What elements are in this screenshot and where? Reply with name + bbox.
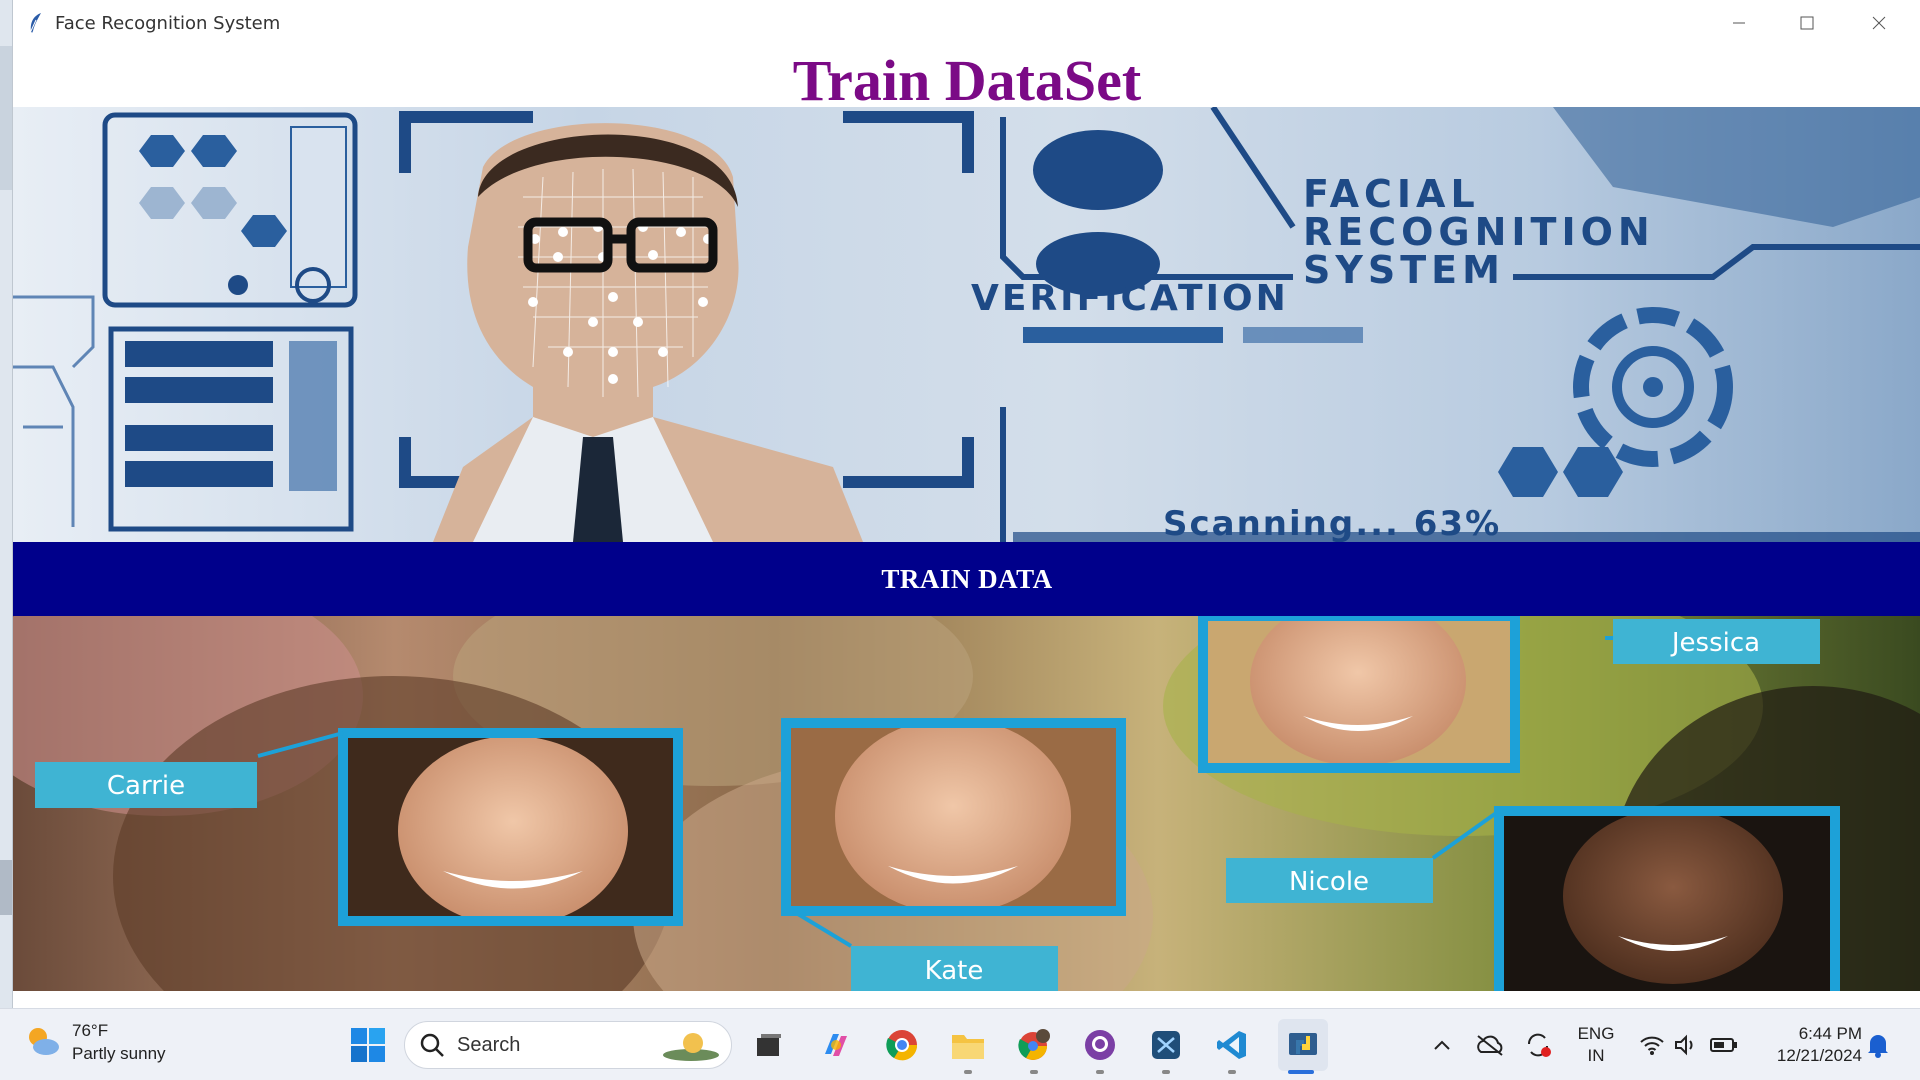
region-code: IN — [1587, 1046, 1605, 1065]
copilot-button[interactable] — [816, 1025, 856, 1065]
github-desktop-button[interactable] — [1080, 1025, 1120, 1065]
python-icon — [1289, 1033, 1317, 1055]
running-indicator — [1030, 1070, 1038, 1074]
minimize-button[interactable] — [1705, 0, 1773, 46]
system-clock[interactable]: 6:44 PM 12/21/2024 — [1752, 1023, 1862, 1067]
minimize-icon — [1733, 22, 1745, 24]
task-view-icon — [757, 1034, 781, 1056]
face-label-nicole: Nicole — [1289, 867, 1369, 897]
language-indicator[interactable]: ENG IN — [1568, 1023, 1624, 1067]
weather-temperature: 76°F — [72, 1021, 109, 1040]
partly-sunny-icon — [29, 1028, 59, 1055]
clock-time: 6:44 PM — [1798, 1024, 1862, 1043]
cloud-off-icon — [1477, 1035, 1503, 1056]
running-indicator — [1162, 1070, 1170, 1074]
chevron-up-icon — [1434, 1040, 1450, 1050]
snipping-tool-icon — [1152, 1031, 1180, 1059]
face-label-kate: Kate — [925, 956, 984, 986]
chrome-button[interactable] — [882, 1025, 922, 1065]
maximize-button[interactable] — [1773, 0, 1841, 46]
weather-widget[interactable]: 76°F Partly sunny — [24, 1019, 166, 1065]
close-icon — [1872, 16, 1886, 30]
facial-recognition-banner-image: FACIAL RECOGNITION SYSTEM VERIFICATION S… — [13, 107, 1920, 542]
file-explorer-button[interactable] — [948, 1025, 988, 1065]
faces-illustration: Carrie Kate Jessica Nicole — [13, 616, 1920, 991]
vscode-icon — [1217, 1031, 1246, 1059]
running-indicator — [1096, 1070, 1104, 1074]
background-window-edge — [0, 46, 12, 190]
task-view-button[interactable] — [748, 1025, 788, 1065]
wifi-icon — [1640, 1036, 1664, 1055]
banner-illustration: FACIAL RECOGNITION SYSTEM VERIFICATION S… — [13, 107, 1920, 542]
face-label-jessica: Jessica — [1670, 628, 1760, 658]
notifications-button[interactable] — [1858, 1025, 1898, 1065]
clock-date: 12/21/2024 — [1776, 1046, 1862, 1065]
github-icon — [1085, 1030, 1115, 1060]
background-window-edge — [0, 860, 12, 915]
windows-logo-icon — [351, 1028, 385, 1062]
start-button[interactable] — [350, 1027, 386, 1068]
copilot-icon — [825, 1034, 847, 1056]
speaker-icon — [1675, 1034, 1693, 1056]
weather-description: Partly sunny — [72, 1044, 166, 1063]
banner-text-system: SYSTEM — [1303, 248, 1505, 292]
snipping-tool-button[interactable] — [1146, 1025, 1186, 1065]
battery-icon — [1710, 1038, 1737, 1052]
taskbar: 76°F Partly sunny Search ENG IN 6:44 PM … — [0, 1008, 1920, 1080]
page-title: Train DataSet — [792, 48, 1142, 113]
chrome-profile-icon — [1018, 1029, 1050, 1060]
feather-icon — [30, 13, 41, 33]
faces-collage-image: Carrie Kate Jessica Nicole — [13, 616, 1920, 991]
maximize-icon — [1800, 16, 1814, 30]
battery-status[interactable] — [1704, 1025, 1744, 1065]
onedrive-button[interactable] — [1470, 1025, 1510, 1065]
vscode-button[interactable] — [1212, 1025, 1252, 1065]
train-data-button[interactable]: TRAIN DATA — [13, 542, 1920, 616]
bell-icon — [1868, 1035, 1888, 1058]
window-title: Face Recognition System — [55, 12, 281, 34]
close-button[interactable] — [1845, 0, 1913, 46]
language-code: ENG — [1577, 1024, 1615, 1043]
banner-text-verification: VERIFICATION — [971, 278, 1289, 319]
search-label: Search — [457, 1033, 521, 1056]
search-icon — [420, 1033, 444, 1057]
search-highlight-icon — [663, 1033, 719, 1061]
taskbar-search-box[interactable]: Search — [404, 1021, 732, 1069]
sync-button[interactable] — [1518, 1025, 1558, 1065]
title-bar[interactable]: Face Recognition System — [13, 0, 1920, 46]
app-window: Face Recognition System Train DataSet FA… — [12, 0, 1920, 1008]
face-label-carrie: Carrie — [107, 771, 185, 801]
show-hidden-icons-button[interactable] — [1422, 1025, 1462, 1065]
running-indicator — [1228, 1070, 1236, 1074]
running-indicator — [964, 1070, 972, 1074]
folder-icon — [952, 1035, 984, 1059]
chrome-icon — [886, 1030, 918, 1061]
sync-icon — [1527, 1033, 1551, 1057]
volume-status[interactable] — [1666, 1025, 1706, 1065]
python-app-button[interactable] — [1278, 1019, 1328, 1071]
chrome-profile-button[interactable] — [1014, 1025, 1054, 1065]
active-indicator — [1288, 1070, 1314, 1074]
desktop-background-strip — [0, 0, 12, 1008]
